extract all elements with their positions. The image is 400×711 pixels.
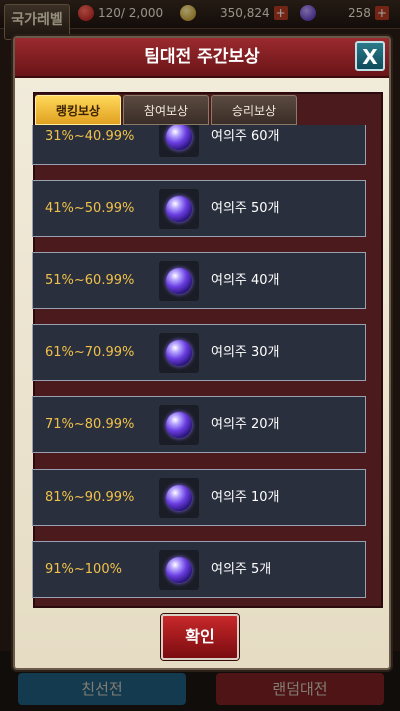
reward-amount: 여의주 5개 bbox=[211, 562, 272, 577]
tab-ranking-reward[interactable]: 랭킹보상 bbox=[35, 95, 121, 125]
dragon-orb-icon bbox=[166, 485, 192, 511]
dragon-orb-icon bbox=[166, 412, 192, 438]
reward-amount: 여의주 10개 bbox=[211, 490, 280, 505]
list-item: 81%~90.99% 여의주 10개 bbox=[32, 469, 366, 526]
tab-participation-reward[interactable]: 참여보상 bbox=[123, 95, 209, 125]
dragon-orb-icon bbox=[166, 340, 192, 366]
reward-tabs: 랭킹보상 참여보상 승리보상 bbox=[35, 95, 297, 127]
reward-item-slot bbox=[159, 405, 199, 445]
reward-item-slot bbox=[159, 550, 199, 590]
rank-range: 81%~90.99% bbox=[45, 490, 135, 505]
reward-amount: 여의주 60개 bbox=[211, 129, 280, 144]
list-item: 91%~100% 여의주 5개 bbox=[32, 541, 366, 598]
dragon-orb-icon bbox=[166, 268, 192, 294]
rank-range: 41%~50.99% bbox=[45, 201, 135, 216]
list-item: 31%~40.99% 여의주 60개 bbox=[32, 125, 366, 165]
rank-range: 91%~100% bbox=[45, 562, 122, 577]
reward-amount: 여의주 30개 bbox=[211, 345, 280, 360]
confirm-button[interactable]: 확인 bbox=[161, 614, 239, 660]
list-item: 61%~70.99% 여의주 30개 bbox=[32, 324, 366, 381]
reward-amount: 여의주 50개 bbox=[211, 201, 280, 216]
dialog-title: 팀대전 주간보상 bbox=[15, 38, 389, 78]
reward-list[interactable]: 31%~40.99% 여의주 60개 41%~50.99% 여의주 50개 51… bbox=[32, 125, 368, 599]
list-item: 41%~50.99% 여의주 50개 bbox=[32, 180, 366, 237]
tab-victory-reward[interactable]: 승리보상 bbox=[211, 95, 297, 125]
dragon-orb-icon bbox=[166, 196, 192, 222]
reward-item-slot bbox=[159, 125, 199, 157]
reward-item-slot bbox=[159, 333, 199, 373]
reward-amount: 여의주 20개 bbox=[211, 417, 280, 432]
rank-range: 51%~60.99% bbox=[45, 273, 135, 288]
list-item: 51%~60.99% 여의주 40개 bbox=[32, 252, 366, 309]
rank-range: 31%~40.99% bbox=[45, 129, 135, 144]
reward-item-slot bbox=[159, 189, 199, 229]
reward-item-slot bbox=[159, 478, 199, 518]
reward-amount: 여의주 40개 bbox=[211, 273, 280, 288]
close-button[interactable]: X bbox=[355, 41, 385, 71]
dragon-orb-icon bbox=[166, 125, 192, 150]
dragon-orb-icon bbox=[166, 557, 192, 583]
rank-range: 61%~70.99% bbox=[45, 345, 135, 360]
list-item: 71%~80.99% 여의주 20개 bbox=[32, 396, 366, 453]
reward-item-slot bbox=[159, 261, 199, 301]
rank-range: 71%~80.99% bbox=[45, 417, 135, 432]
